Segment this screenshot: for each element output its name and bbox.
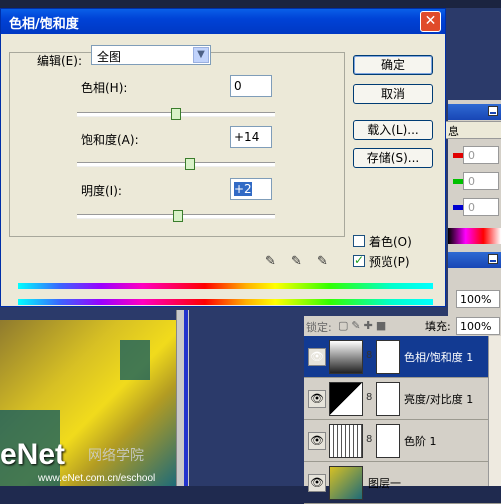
info-red-row: 0 bbox=[450, 146, 501, 166]
preview-checkbox[interactable]: ✓ bbox=[353, 253, 365, 267]
saturation-slider-track[interactable] bbox=[77, 162, 275, 167]
edit-label: 编辑(E): bbox=[37, 54, 82, 68]
saturation-input[interactable]: +14 bbox=[230, 126, 272, 148]
layer-row-hue-saturation[interactable]: 👁 8 色相/饱和度 1 bbox=[304, 336, 501, 378]
info-red-value: 0 bbox=[463, 146, 499, 164]
edit-dropdown-value: 全图 bbox=[97, 50, 122, 64]
eye-icon[interactable]: 👁 bbox=[308, 474, 326, 492]
eye-icon[interactable]: 👁 bbox=[308, 432, 326, 450]
info-tab-label: 息 bbox=[448, 125, 459, 138]
lightness-input[interactable]: +2 bbox=[230, 178, 272, 200]
opacity-field[interactable]: 100% bbox=[456, 290, 500, 308]
save-button[interactable]: 存储(S)... bbox=[353, 148, 433, 168]
ok-button[interactable]: 确定 bbox=[353, 55, 433, 75]
fill-field[interactable]: 100% bbox=[456, 317, 500, 335]
saturation-label: 饱和度(A): bbox=[81, 133, 139, 147]
layer-name: 色相/饱和度 1 bbox=[404, 351, 474, 364]
info-panel-title-bar[interactable] bbox=[448, 104, 501, 120]
preview-label: 预览(P) bbox=[369, 255, 410, 269]
minimize-icon[interactable] bbox=[488, 106, 498, 116]
layers-list: 👁 8 色相/饱和度 1 👁 8 亮度/对比度 1 👁 8 色阶 1 👁 图层一 bbox=[304, 336, 501, 504]
layers-panel-title-bar[interactable] bbox=[448, 252, 501, 268]
fill-label: 填充: bbox=[425, 320, 451, 333]
chain-link-icon: 8 bbox=[366, 350, 373, 361]
layer-name: 亮度/对比度 1 bbox=[404, 393, 474, 406]
hue-slider-thumb[interactable] bbox=[171, 108, 181, 120]
layer-mask-thumbnail bbox=[376, 382, 400, 416]
color-spectrum-strip[interactable] bbox=[448, 228, 501, 244]
layer-row-levels[interactable]: 👁 8 色阶 1 bbox=[304, 420, 501, 462]
output-color-bar bbox=[18, 299, 433, 305]
info-blue-row: 0 bbox=[450, 198, 501, 218]
colorize-checkbox[interactable] bbox=[353, 235, 365, 247]
image-thumbnail bbox=[329, 466, 363, 500]
lightness-label: 明度(I): bbox=[81, 184, 122, 198]
minimize-icon[interactable] bbox=[488, 254, 498, 264]
cancel-button[interactable]: 取消 bbox=[353, 84, 433, 104]
adjustment-thumbnail bbox=[329, 382, 363, 416]
load-button[interactable]: 载入(L)... bbox=[353, 120, 433, 140]
lock-icons[interactable]: ▢✎✚■ bbox=[338, 319, 389, 332]
watermark-url: www.eNet.com.cn/eschool bbox=[38, 473, 156, 484]
dialog-title-bar[interactable]: 色相/饱和度 ✕ bbox=[1, 9, 445, 34]
lock-label: 锁定: bbox=[306, 321, 332, 334]
layer-name: 色阶 1 bbox=[404, 435, 437, 448]
watermark-chinese: 网络学院 bbox=[88, 448, 144, 464]
layer-row-image[interactable]: 👁 图层一 bbox=[304, 462, 501, 504]
chain-link-icon: 8 bbox=[366, 392, 373, 403]
saturation-slider-thumb[interactable] bbox=[184, 158, 195, 170]
layers-scrollbar[interactable] bbox=[488, 336, 501, 486]
workspace-top-strip bbox=[0, 0, 501, 8]
close-button[interactable]: ✕ bbox=[420, 11, 441, 32]
info-green-row: 0 bbox=[450, 172, 501, 192]
document-scrollbar[interactable] bbox=[184, 310, 188, 486]
layer-name: 图层一 bbox=[368, 477, 401, 490]
hue-input[interactable]: 0 bbox=[230, 75, 272, 97]
lightness-slider-thumb[interactable] bbox=[172, 210, 183, 222]
lightness-input-value: +2 bbox=[234, 182, 252, 196]
input-color-bar bbox=[18, 283, 433, 289]
eye-icon[interactable]: 👁 bbox=[308, 390, 326, 408]
edit-dropdown[interactable]: 全图 ▼ bbox=[91, 45, 211, 65]
layer-mask-thumbnail bbox=[376, 340, 400, 374]
layer-row-brightness-contrast[interactable]: 👁 8 亮度/对比度 1 bbox=[304, 378, 501, 420]
chain-link-icon: 8 bbox=[366, 434, 373, 445]
info-blue-value: 0 bbox=[463, 198, 499, 216]
dialog-title: 色相/饱和度 bbox=[9, 17, 79, 32]
checkmark-icon: ✓ bbox=[354, 253, 365, 267]
hue-saturation-dialog: 色相/饱和度 ✕ 编辑(E): 全图 ▼ 色相(H): 0 饱和度(A): +1… bbox=[0, 8, 446, 307]
adjustment-thumbnail bbox=[329, 340, 363, 374]
eye-icon[interactable]: 👁 bbox=[308, 348, 326, 366]
adjustment-thumbnail bbox=[329, 424, 363, 458]
colorize-label: 着色(O) bbox=[369, 235, 412, 249]
eyedropper-plus-icon[interactable]: ✎ bbox=[291, 254, 305, 269]
info-green-value: 0 bbox=[463, 172, 499, 190]
info-tab[interactable]: 息 bbox=[445, 121, 501, 139]
layer-mask-thumbnail bbox=[376, 424, 400, 458]
close-icon: ✕ bbox=[424, 13, 437, 29]
watermark-logo: eNet bbox=[0, 438, 66, 471]
hue-label: 色相(H): bbox=[81, 81, 128, 95]
eyedropper-minus-icon[interactable]: ✎ bbox=[317, 254, 331, 269]
chevron-down-icon[interactable]: ▼ bbox=[193, 47, 209, 63]
eyedropper-icon[interactable]: ✎ bbox=[265, 254, 279, 269]
